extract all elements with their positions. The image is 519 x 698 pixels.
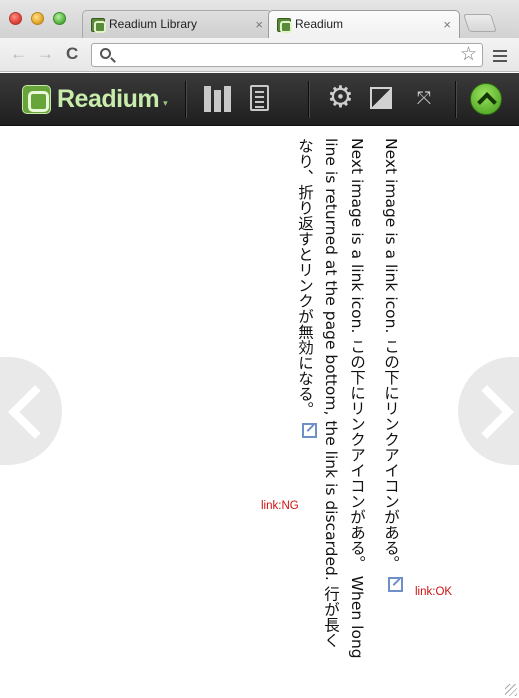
divider — [455, 81, 456, 118]
link-icon[interactable] — [302, 423, 317, 438]
new-tab-button[interactable] — [463, 14, 497, 32]
chrome-menu-icon[interactable] — [493, 50, 507, 62]
tab-readium[interactable]: Readium × — [268, 10, 460, 38]
link-ok-label: link:OK — [415, 586, 453, 598]
readium-logo-icon — [22, 84, 51, 114]
reload-button[interactable]: C — [66, 44, 78, 64]
previous-page-button[interactable] — [0, 357, 62, 465]
readium-favicon — [91, 18, 106, 33]
browser-window: Readium Library × Readium × ← → C ☆ Read… — [0, 0, 519, 698]
back-button[interactable]: ← — [10, 44, 27, 64]
bookmark-star-icon[interactable]: ☆ — [460, 43, 477, 66]
contrast-icon[interactable] — [370, 87, 392, 109]
tab-strip: Readium Library × Readium × — [0, 0, 519, 38]
tab-readium-library[interactable]: Readium Library × — [82, 10, 272, 38]
up-arrow-button[interactable] — [470, 83, 502, 115]
paragraph: Next image is a link icon. この下にリンクアイコンがあ… — [382, 138, 400, 571]
link-ng-label: link:NG — [261, 500, 299, 512]
text-column: Next image is a link icon. この下にリンクアイコンがあ… — [378, 138, 404, 592]
address-bar[interactable]: ☆ — [91, 43, 483, 67]
window-close-button[interactable] — [9, 12, 22, 25]
reading-area: Next image is a link icon. この下にリンクアイコンがあ… — [0, 126, 519, 698]
gear-icon[interactable]: ⚙ — [327, 83, 354, 113]
text-column: Next image is a link icon. この下にリンクアイコンがあ… — [292, 138, 370, 663]
table-of-contents-icon[interactable] — [250, 85, 269, 111]
tab-close-icon[interactable]: × — [255, 11, 263, 38]
chevron-down-icon: ▾ — [163, 97, 168, 108]
tab-label: Readium — [295, 17, 344, 31]
browser-toolbar: ← → C ☆ — [0, 38, 519, 72]
divider — [308, 81, 309, 118]
readium-favicon — [277, 18, 292, 33]
window-zoom-button[interactable] — [53, 12, 66, 25]
resize-grip-icon[interactable] — [505, 684, 517, 696]
link-icon[interactable] — [388, 576, 403, 592]
fullscreen-icon[interactable]: ⤧ — [413, 86, 435, 110]
window-minimize-button[interactable] — [31, 12, 44, 25]
divider — [185, 81, 186, 118]
readium-app-bar: Readium ▾ ⚙ ⤧ — [0, 73, 519, 126]
forward-button[interactable]: → — [37, 44, 54, 64]
library-icon[interactable] — [204, 86, 231, 112]
search-icon — [100, 48, 111, 59]
brand-name: Readium — [57, 84, 160, 113]
readium-logo-button[interactable]: Readium ▾ — [22, 83, 168, 115]
paragraph: Next image is a link icon. この下にリンクアイコンがあ… — [296, 138, 366, 659]
next-page-button[interactable] — [458, 357, 519, 465]
tab-close-icon[interactable]: × — [443, 11, 451, 38]
tab-label: Readium Library — [109, 17, 198, 31]
